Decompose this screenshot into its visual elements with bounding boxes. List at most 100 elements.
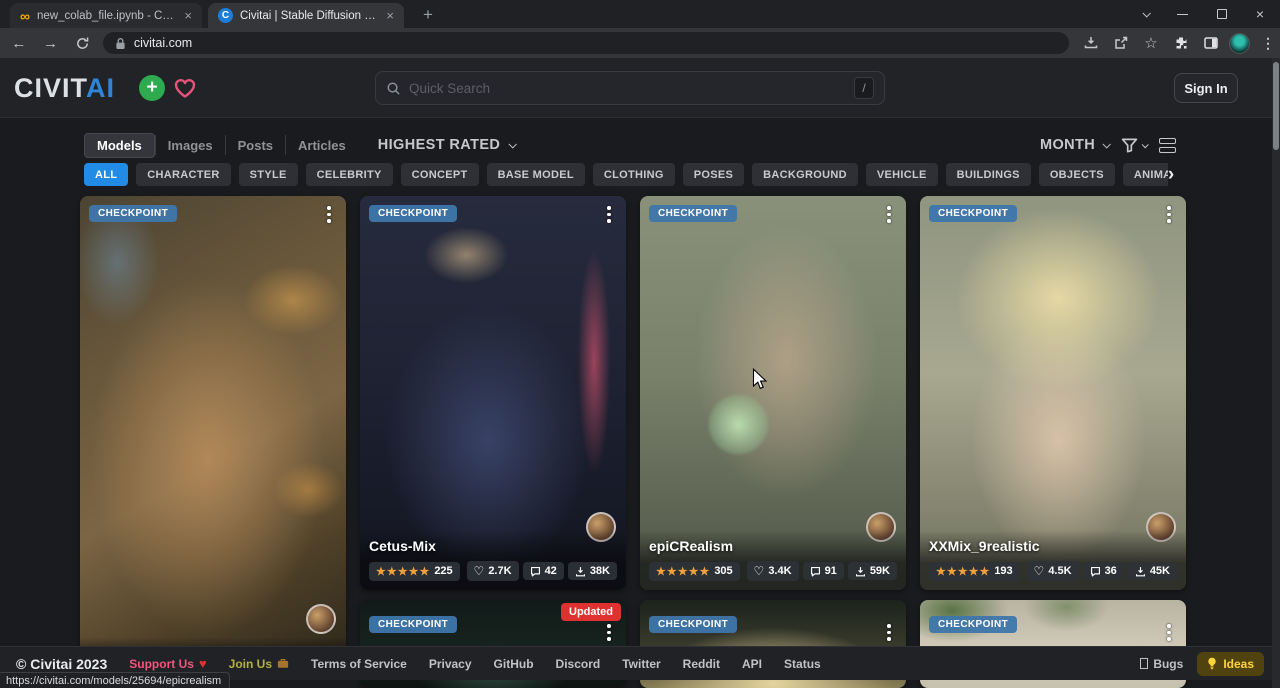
footer-link-join-us[interactable]: Join Us (229, 657, 289, 671)
model-card-xxmix9realistic[interactable]: CHECKPOINT XXMix_9realistic ★★★★★ 193 ♡4… (920, 196, 1186, 590)
model-title: XXMix_9realistic (929, 538, 1177, 554)
scrollbar-thumb[interactable] (1273, 62, 1279, 150)
sign-in-button[interactable]: Sign In (1174, 73, 1238, 103)
footer-link-support-us[interactable]: Support Us♥ (129, 656, 206, 671)
card-menu-button[interactable] (602, 206, 616, 226)
back-button[interactable]: ← (6, 30, 32, 56)
period-dropdown[interactable]: MONTH (1040, 137, 1109, 153)
category-chip-all[interactable]: ALL (84, 163, 128, 186)
reload-button[interactable] (69, 30, 95, 56)
url-text: civitai.com (134, 36, 192, 50)
category-chip-celebrity[interactable]: CELEBRITY (306, 163, 393, 186)
browser-tab-strip: ∞ new_colab_file.ipynb - Colaborat × C C… (0, 0, 1280, 28)
downloads-pill[interactable]: 45K (1128, 562, 1177, 580)
tab-models[interactable]: Models (84, 133, 155, 158)
card-menu-button[interactable] (1162, 624, 1176, 644)
likes-pill[interactable]: ♡3.4K (747, 561, 799, 581)
create-plus-button[interactable]: + (139, 75, 165, 101)
checkpoint-badge: CHECKPOINT (929, 616, 1017, 633)
footer-link-twitter[interactable]: Twitter (622, 657, 660, 671)
address-bar[interactable]: civitai.com (103, 32, 1069, 54)
footer-ideas-button[interactable]: Ideas (1197, 652, 1264, 676)
comments-pill[interactable]: 36 (1083, 562, 1124, 580)
profile-avatar[interactable] (1229, 33, 1250, 54)
tab-images[interactable]: Images (156, 134, 225, 157)
tab-close-icon[interactable]: × (182, 9, 194, 22)
footer-link-api[interactable]: API (742, 657, 762, 671)
creator-avatar[interactable] (306, 604, 336, 634)
download-icon (1135, 566, 1146, 577)
window-menu-chevron-icon[interactable] (1128, 0, 1164, 28)
category-chip-poses[interactable]: POSES (683, 163, 744, 186)
category-chip-objects[interactable]: OBJECTS (1039, 163, 1115, 186)
card-menu-button[interactable] (602, 624, 616, 644)
model-preview-image (80, 196, 346, 670)
period-label: MONTH (1040, 137, 1095, 153)
heart-icon: ♥ (199, 656, 207, 671)
extensions-puzzle-icon[interactable] (1169, 31, 1193, 55)
likes-count: 3.4K (768, 565, 791, 577)
model-card-epicrealism[interactable]: CHECKPOINT epiCRealism ★★★★★ 305 ♡3.4K 9… (640, 196, 906, 590)
likes-pill[interactable]: ♡2.7K (467, 561, 519, 581)
bookmark-star-button[interactable]: ☆ (1139, 31, 1163, 55)
footer-link-reddit[interactable]: Reddit (683, 657, 720, 671)
comments-count: 36 (1105, 565, 1117, 577)
likes-pill[interactable]: ♡4.5K (1027, 561, 1079, 581)
category-chip-clothing[interactable]: CLOTHING (593, 163, 675, 186)
share-button[interactable] (1109, 31, 1133, 55)
checkpoint-badge: CHECKPOINT (369, 205, 457, 222)
downloads-pill[interactable]: 59K (848, 562, 897, 580)
window-minimize-button[interactable] (1164, 0, 1200, 28)
card-footer: epiCRealism ★★★★★ 305 ♡3.4K 91 59K (640, 530, 906, 590)
model-card-cetus-mix[interactable]: CHECKPOINT Cetus-Mix ★★★★★ 225 ♡2.7K 42 … (360, 196, 626, 590)
category-chip-character[interactable]: CHARACTER (136, 163, 230, 186)
rating-pill[interactable]: ★★★★★ 305 (649, 562, 740, 581)
category-chip-vehicle[interactable]: VEHICLE (866, 163, 938, 186)
card-menu-button[interactable] (322, 206, 336, 226)
footer-link-privacy[interactable]: Privacy (429, 657, 472, 671)
card-menu-button[interactable] (882, 624, 896, 644)
tab-title: Civitai | Stable Diffusion models, (240, 10, 377, 22)
browser-menu-button[interactable]: ⋮ (1256, 31, 1280, 55)
new-tab-button[interactable]: + (416, 3, 440, 27)
filter-dropdown[interactable] (1121, 137, 1147, 154)
comments-pill[interactable]: 42 (523, 562, 564, 580)
window-maximize-button[interactable] (1204, 0, 1240, 28)
civitai-logo[interactable]: CIVITAI (14, 73, 115, 104)
tab-close-icon[interactable]: × (384, 9, 396, 22)
category-chip-style[interactable]: STYLE (239, 163, 298, 186)
support-heart-button[interactable] (172, 75, 198, 101)
comments-pill[interactable]: 91 (803, 562, 844, 580)
footer-link-terms[interactable]: Terms of Service (311, 657, 407, 671)
model-card-dreamshaper[interactable]: CHECKPOINT DreamShaper (80, 196, 346, 670)
footer-link-status[interactable]: Status (784, 657, 821, 671)
window-close-button[interactable]: × (1242, 0, 1278, 28)
rating-pill[interactable]: ★★★★★ 193 (929, 562, 1020, 581)
footer-link-github[interactable]: GitHub (494, 657, 534, 671)
footer-link-discord[interactable]: Discord (556, 657, 601, 671)
card-menu-button[interactable] (1162, 206, 1176, 226)
rating-pill[interactable]: ★★★★★ 225 (369, 562, 460, 581)
category-chip-background[interactable]: BACKGROUND (752, 163, 858, 186)
page-scrollbar[interactable] (1272, 58, 1280, 688)
downloads-pill[interactable]: 38K (568, 562, 617, 580)
tab-civitai[interactable]: C Civitai | Stable Diffusion models, × (208, 3, 404, 28)
category-chip-base-model[interactable]: BASE MODEL (487, 163, 585, 186)
footer-bugs-link[interactable]: Bugs (1140, 657, 1183, 671)
star-icons: ★★★★★ (936, 565, 990, 578)
search-input[interactable] (409, 81, 846, 96)
comment-icon (530, 566, 541, 577)
tab-posts[interactable]: Posts (226, 134, 285, 157)
model-title: epiCRealism (649, 538, 897, 554)
sort-dropdown[interactable]: HIGHEST RATED (378, 137, 516, 153)
category-chip-concept[interactable]: CONCEPT (401, 163, 479, 186)
send-to-device-button[interactable] (1079, 31, 1103, 55)
side-panel-button[interactable] (1199, 31, 1223, 55)
tab-colab[interactable]: ∞ new_colab_file.ipynb - Colaborat × (10, 3, 202, 28)
card-menu-button[interactable] (882, 206, 896, 226)
layout-toggle-button[interactable] (1159, 138, 1176, 153)
category-chip-buildings[interactable]: BUILDINGS (946, 163, 1031, 186)
tab-articles[interactable]: Articles (286, 134, 358, 157)
chips-scroll-right-icon[interactable]: › (1160, 163, 1182, 187)
forward-button[interactable]: → (38, 30, 64, 56)
